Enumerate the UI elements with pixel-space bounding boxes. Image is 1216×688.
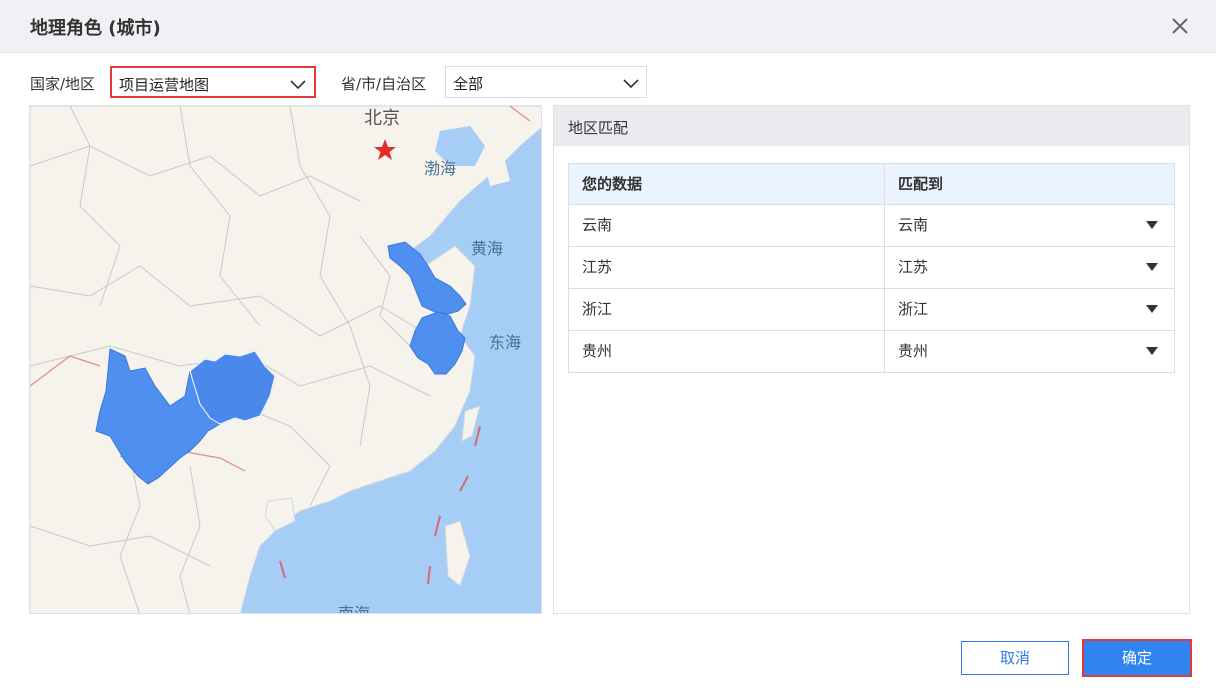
data-cell: 浙江 xyxy=(569,289,885,330)
province-label: 省/市/自治区 xyxy=(341,75,427,93)
province-select[interactable]: 全部 xyxy=(445,66,647,98)
region-match-panel: 地区匹配 您的数据 匹配到 云南 云南 江苏 江苏 浙江 浙江 贵州 贵州 xyxy=(553,105,1190,614)
map-label-donghai: 东海 xyxy=(489,333,521,352)
caret-down-icon[interactable] xyxy=(1146,305,1158,313)
country-select[interactable]: 项目运营地图 xyxy=(110,66,316,98)
match-select[interactable]: 浙江 xyxy=(885,289,1176,330)
caret-down-icon[interactable] xyxy=(1146,221,1158,229)
map-label-nanhai: 南海 xyxy=(338,604,370,614)
data-cell: 江苏 xyxy=(569,247,885,288)
map-label-bohai: 渤海 xyxy=(424,159,456,178)
dialog-title: 地理角色 (城市) xyxy=(30,18,161,39)
match-select[interactable]: 云南 xyxy=(885,205,1176,246)
caret-down-icon[interactable] xyxy=(1146,263,1158,271)
match-table: 您的数据 匹配到 云南 云南 江苏 江苏 浙江 浙江 贵州 贵州 xyxy=(568,163,1175,373)
country-label: 国家/地区 xyxy=(30,75,96,93)
map-canvas: 北京 渤海 黄海 东海 南海 xyxy=(30,106,541,614)
caret-down-icon[interactable] xyxy=(1146,347,1158,355)
ok-button[interactable]: 确定 xyxy=(1082,639,1192,677)
table-row: 江苏 江苏 xyxy=(569,247,1174,289)
data-cell: 贵州 xyxy=(569,331,885,372)
geo-role-dialog: 地理角色 (城市) 国家/地区 项目运营地图 省/市/自治区 全部 北京 渤海 … xyxy=(0,0,1216,688)
country-select-value: 项目运营地图 xyxy=(119,76,210,94)
column-header-match: 匹配到 xyxy=(898,175,944,193)
table-header-row: 您的数据 匹配到 xyxy=(569,164,1174,205)
cancel-button[interactable]: 取消 xyxy=(961,641,1069,675)
column-header-data: 您的数据 xyxy=(569,164,885,204)
close-icon[interactable] xyxy=(1168,14,1192,38)
region-map[interactable]: 北京 渤海 黄海 东海 南海 xyxy=(29,105,542,614)
province-select-value: 全部 xyxy=(453,75,484,93)
data-cell: 云南 xyxy=(569,205,885,246)
table-row: 贵州 贵州 xyxy=(569,331,1174,373)
dialog-title-bar: 地理角色 (城市) xyxy=(0,0,1216,53)
table-row: 云南 云南 xyxy=(569,205,1174,247)
map-label-huanghai: 黄海 xyxy=(471,239,503,258)
panel-title: 地区匹配 xyxy=(568,119,629,137)
match-select[interactable]: 贵州 xyxy=(885,331,1176,372)
chevron-down-icon xyxy=(623,79,639,89)
chevron-down-icon xyxy=(290,80,306,90)
map-label-beijing: 北京 xyxy=(364,108,400,129)
panel-header: 地区匹配 xyxy=(554,106,1189,146)
table-row: 浙江 浙江 xyxy=(569,289,1174,331)
match-select[interactable]: 江苏 xyxy=(885,247,1176,288)
